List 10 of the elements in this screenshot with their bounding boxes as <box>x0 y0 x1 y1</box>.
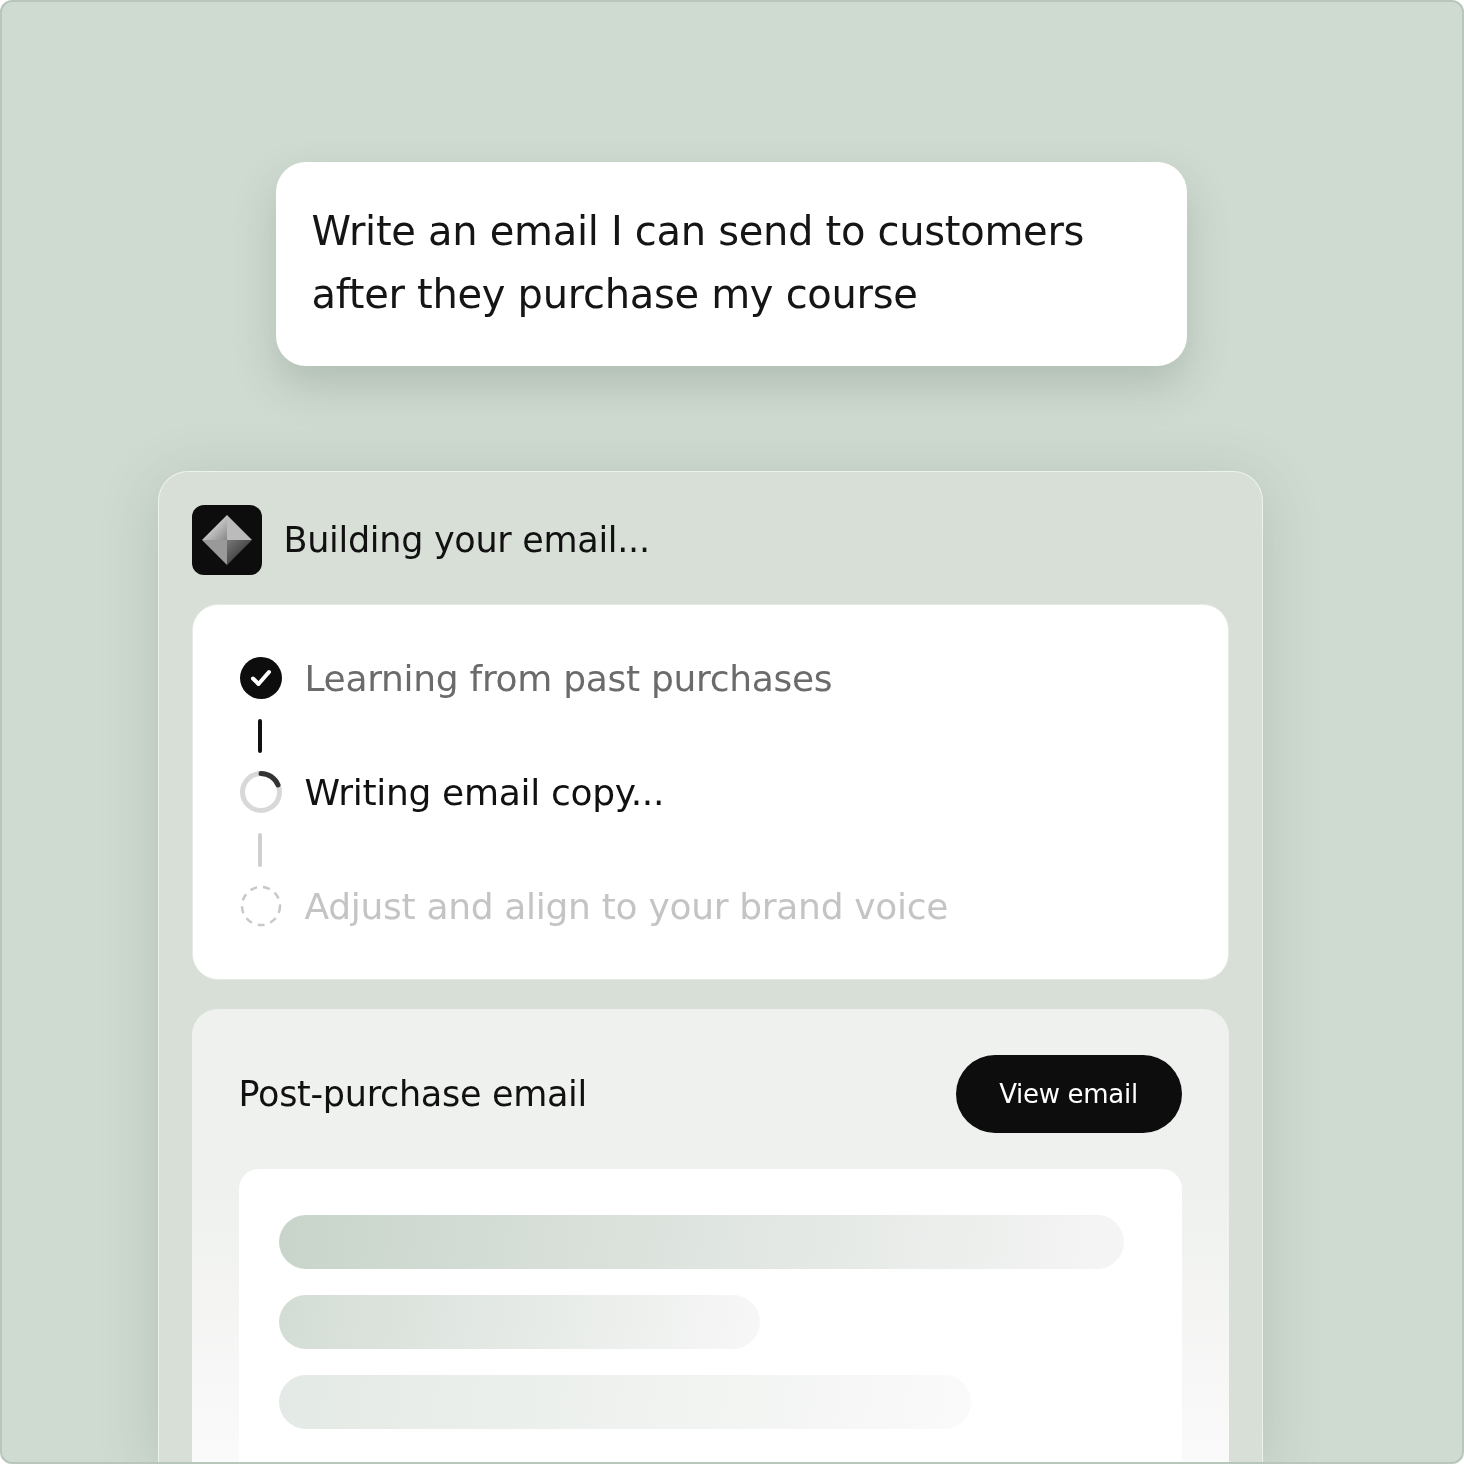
step-connector <box>257 719 262 753</box>
step-label: Learning from past purchases <box>304 657 833 699</box>
prompt-message: Write an email I can send to customers after they purchase my course <box>275 162 1187 366</box>
diamond-logo-icon <box>191 505 262 575</box>
view-email-button[interactable]: View email <box>955 1055 1182 1133</box>
step-connector <box>257 833 262 867</box>
step-label: Adjust and align to your brand voice <box>304 885 949 927</box>
email-title: Post-purchase email <box>238 1074 587 1114</box>
progress-title: Building your email... <box>283 520 650 560</box>
step-label: Writing email copy... <box>304 771 665 813</box>
